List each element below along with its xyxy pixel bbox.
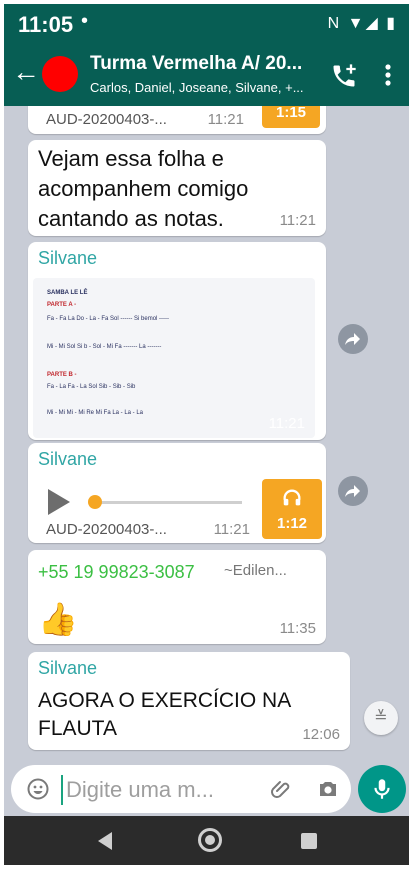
message-text[interactable]: Silvane AGORA O EXERCÍCIO NA FLAUTA 12:0… bbox=[28, 652, 350, 750]
audio-progress-track[interactable] bbox=[96, 501, 242, 504]
message-time: 12:06 bbox=[302, 726, 340, 743]
thumbs-up-icon: 👍 bbox=[38, 601, 78, 637]
sender-alias: ~Edilen... bbox=[224, 562, 287, 579]
photo-text: PARTE B - bbox=[47, 372, 77, 378]
group-avatar[interactable] bbox=[42, 56, 78, 92]
message-time: 11:21 bbox=[279, 212, 316, 229]
message-line: FLAUTA bbox=[38, 717, 117, 740]
paperclip-icon[interactable] bbox=[269, 777, 293, 801]
chat-header: ← Turma Vermelha A/ 20... Carlos, Daniel… bbox=[4, 44, 409, 106]
forward-icon[interactable] bbox=[338, 324, 368, 354]
double-chevron-down-icon: ≚ bbox=[374, 709, 388, 726]
photo-text: PARTE A - bbox=[47, 302, 77, 308]
message-audio-partial[interactable]: AUD-20200403-... 11:21 1:15 bbox=[28, 106, 326, 134]
photo-text: Mi - Mi Sol Si b - Sol - Mi Fa ------- L… bbox=[47, 344, 162, 350]
nav-recents-icon[interactable] bbox=[301, 833, 317, 849]
message-time: 11:21 bbox=[268, 415, 305, 432]
status-bar: 11:05 • N ▼◢ ▮ bbox=[4, 4, 409, 44]
message-line: AGORA O EXERCÍCIO NA bbox=[38, 689, 292, 712]
back-arrow-icon[interactable]: ← bbox=[12, 57, 40, 87]
system-status-icons: N ▼◢ ▮ bbox=[327, 15, 397, 32]
audio-duration: 1:12 bbox=[276, 515, 308, 532]
message-emoji[interactable]: +55 19 99823-3087 ~Edilen... 👍 11:35 bbox=[28, 550, 326, 644]
photo-text: Mi - Mi Mi - Mi Re Mi Fa La - La - La bbox=[47, 410, 144, 416]
forward-icon[interactable] bbox=[338, 476, 368, 506]
status-time: 11:05 bbox=[18, 12, 74, 37]
photo-text: Fa - La Fa - La Sol Sib - Sib - Sib bbox=[47, 384, 136, 390]
chat-participants[interactable]: Carlos, Daniel, Joseane, Silvane, +... bbox=[90, 80, 304, 95]
message-line: Vejam essa folha e bbox=[38, 146, 224, 171]
notification-dot: • bbox=[81, 10, 89, 32]
audio-filename: AUD-20200403-... bbox=[46, 521, 167, 538]
photo-text: SAMBA LE LÊ bbox=[47, 290, 88, 296]
photo-text: Fa - Fa La Do - La - Fa Sol ------ Si be… bbox=[47, 316, 170, 322]
audio-duration-badge: 1:12 bbox=[262, 479, 322, 539]
chat-title[interactable]: Turma Vermelha A/ 20... bbox=[90, 53, 302, 75]
audio-filename: AUD-20200403-... bbox=[46, 111, 167, 128]
nav-home-icon[interactable] bbox=[198, 828, 222, 852]
microphone-icon bbox=[374, 779, 390, 799]
nav-back-icon[interactable] bbox=[98, 832, 112, 850]
composer-bar bbox=[4, 762, 409, 816]
sheet-music-photo[interactable]: SAMBA LE LÊ PARTE A - Fa - Fa La Do - La… bbox=[33, 278, 315, 438]
emoji-icon[interactable] bbox=[26, 777, 50, 801]
play-icon[interactable] bbox=[48, 489, 70, 515]
message-list[interactable]: AUD-20200403-... 11:21 1:15 Vejam essa f… bbox=[4, 106, 409, 762]
add-call-icon[interactable] bbox=[330, 62, 358, 90]
sender-phone[interactable]: +55 19 99823-3087 bbox=[38, 562, 195, 583]
audio-duration-badge: 1:15 bbox=[262, 106, 320, 128]
message-line: acompanhem comigo bbox=[38, 176, 249, 201]
message-audio[interactable]: Silvane AUD-20200403-... 11:21 1:12 bbox=[28, 443, 326, 543]
camera-icon[interactable] bbox=[316, 777, 340, 801]
message-image[interactable]: Silvane SAMBA LE LÊ PARTE A - Fa - Fa La… bbox=[28, 242, 326, 440]
phone-screen: 11:05 • N ▼◢ ▮ ← Turma Vermelha A/ 20...… bbox=[4, 4, 409, 865]
scroll-to-bottom-button[interactable]: ≚ bbox=[364, 701, 398, 735]
composer-pill bbox=[11, 765, 351, 813]
sender-name: Silvane bbox=[38, 248, 98, 268]
message-input[interactable] bbox=[61, 775, 268, 805]
audio-seek-handle[interactable] bbox=[88, 495, 102, 509]
message-time: 11:35 bbox=[279, 620, 316, 637]
message-time: 11:21 bbox=[207, 111, 244, 128]
audio-duration: 1:15 bbox=[275, 106, 307, 121]
message-line: cantando as notas. bbox=[38, 206, 224, 231]
system-nav-bar bbox=[4, 816, 409, 865]
more-options-icon[interactable] bbox=[380, 60, 396, 90]
microphone-button[interactable] bbox=[358, 765, 406, 813]
headphones-icon bbox=[283, 489, 301, 506]
message-time: 11:21 bbox=[213, 521, 250, 538]
message-text[interactable]: Vejam essa folha e acompanhem comigo can… bbox=[28, 140, 326, 236]
sender-name: Silvane bbox=[38, 449, 98, 469]
sender-name: Silvane bbox=[38, 658, 98, 678]
